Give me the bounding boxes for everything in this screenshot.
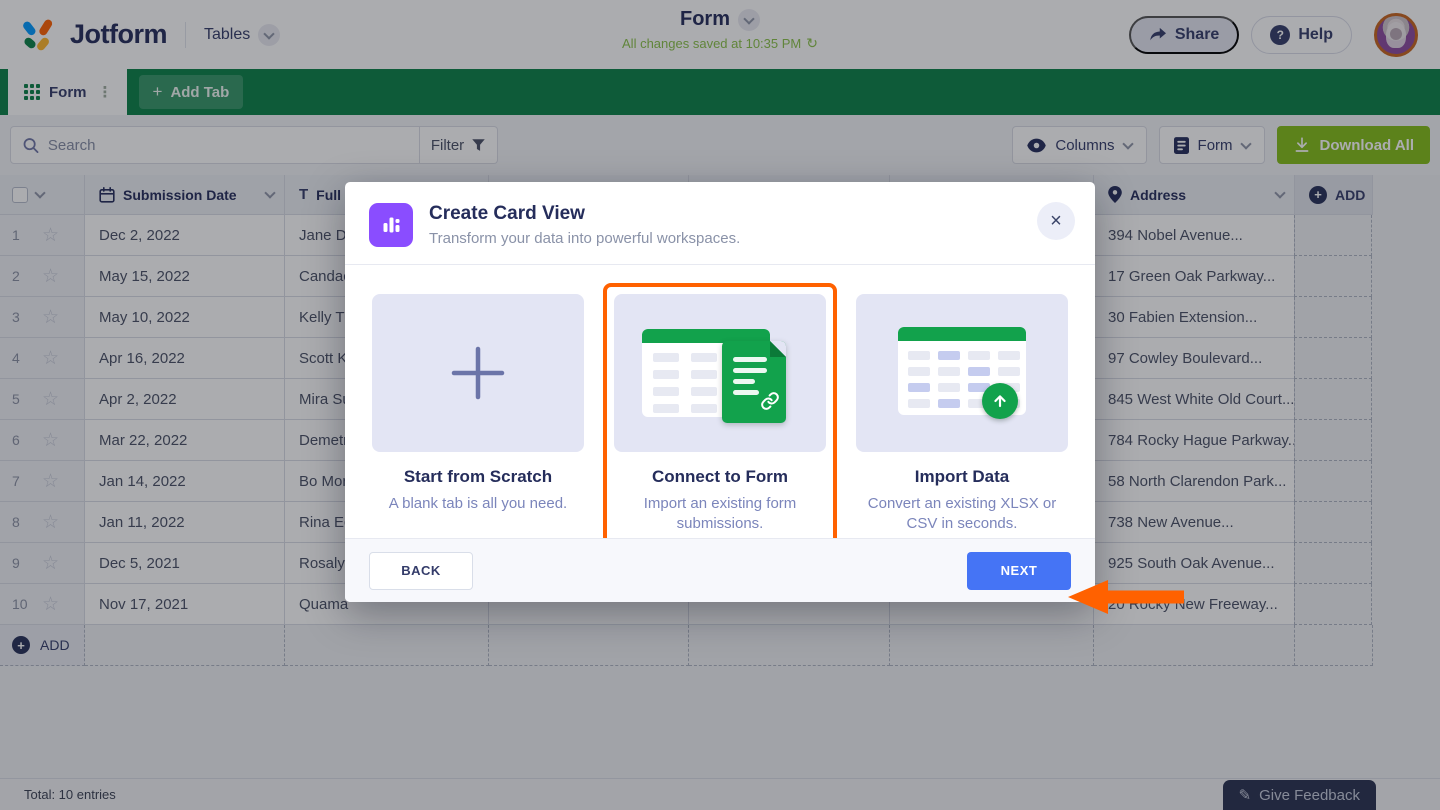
link-icon [760,391,780,416]
option-description: A blank tab is all you need. [388,495,568,512]
back-button[interactable]: BACK [369,551,473,590]
modal-footer: BACK NEXT [345,538,1095,602]
option-description: Import an existing form submissions. [643,495,797,533]
form-document-graphic [722,341,786,423]
option-connect-to-form[interactable]: Connect to Form Import an existing form … [603,283,837,551]
start-from-scratch-illustration [372,294,584,452]
annotation-arrow-pointing-next [1068,580,1184,614]
next-button[interactable]: NEXT [967,551,1071,590]
card-view-icon [369,203,413,247]
connect-to-form-illustration [614,294,826,452]
plus-icon [451,346,505,400]
modal-title: Create Card View [429,203,585,224]
modal-options: Start from Scratch A blank tab is all yo… [345,265,1095,551]
option-import-data[interactable]: Import Data Convert an existing XLSX or … [845,283,1079,551]
option-title: Start from Scratch [403,467,553,486]
modal-header: Create Card View Transform your data int… [345,182,1095,265]
close-icon: × [1050,209,1062,232]
modal-heading-text: Create Card View Transform your data int… [429,203,740,247]
option-title: Connect to Form [652,467,788,486]
upload-arrow-icon [982,383,1018,419]
close-button[interactable]: × [1037,202,1075,240]
modal-subtitle: Transform your data into powerful worksp… [429,230,741,247]
create-card-view-modal: Create Card View Transform your data int… [345,182,1095,602]
option-description: Convert an existing XLSX or CSV in secon… [867,495,1057,533]
import-data-illustration [856,294,1068,452]
option-title: Import Data [914,467,1010,486]
option-start-from-scratch[interactable]: Start from Scratch A blank tab is all yo… [361,283,595,551]
jotform-tables-app: Jotform Tables Form All changes saved at… [0,0,1440,810]
